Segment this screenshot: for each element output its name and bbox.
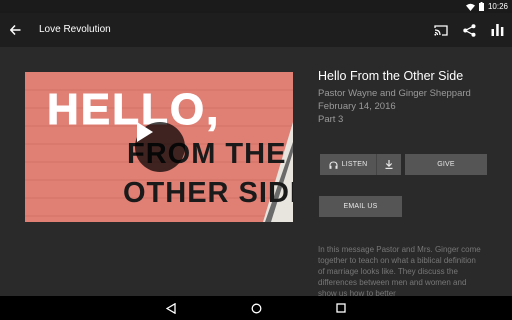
nav-back-icon — [166, 302, 176, 314]
thumb-line-1: HELLO, — [47, 85, 220, 134]
nav-back-button[interactable] — [163, 300, 179, 316]
status-icons: 10:26 — [465, 0, 508, 13]
share-icon — [462, 23, 475, 37]
sermon-description: In this message Pastor and Mrs. Ginger c… — [318, 245, 481, 298]
sermon-date: February 14, 2016 — [318, 101, 396, 112]
email-us-button[interactable]: EMAIL US — [319, 196, 402, 217]
listen-button[interactable]: LISTEN — [320, 154, 377, 175]
give-label: GIVE — [437, 161, 455, 168]
wifi-icon — [465, 3, 475, 11]
sermon-info: Hello From the Other Side Pastor Wayne a… — [318, 68, 508, 126]
status-bar: 10:26 — [0, 0, 512, 13]
play-button[interactable] — [135, 122, 185, 172]
video-thumbnail[interactable]: HELLO, FROM THE OTHER SIDE — [25, 72, 293, 222]
sermon-speaker: Pastor Wayne and Ginger Sheppard — [318, 88, 471, 99]
page-title: Love Revolution — [39, 24, 111, 35]
listen-group: LISTEN — [320, 154, 401, 175]
battery-icon — [478, 2, 484, 11]
sermon-title: Hello From the Other Side — [318, 69, 464, 83]
toolbar-actions — [432, 13, 506, 47]
nav-home-icon — [251, 303, 261, 313]
download-button[interactable] — [377, 154, 401, 175]
cast-button[interactable] — [432, 21, 450, 39]
email-us-label: EMAIL US — [343, 203, 378, 210]
app-bar: Love Revolution — [0, 13, 512, 47]
share-button[interactable] — [460, 21, 478, 39]
headphones-icon — [329, 160, 338, 169]
sermon-part: Part 3 — [318, 114, 344, 125]
bar-chart-icon — [491, 24, 503, 36]
content-area: HELLO, FROM THE OTHER SIDE Hello From th… — [0, 47, 512, 298]
give-button[interactable]: GIVE — [405, 154, 487, 175]
nav-recents-icon — [336, 303, 346, 313]
arrow-back-icon — [9, 25, 20, 35]
stats-button[interactable] — [488, 21, 506, 39]
thumb-line-3: OTHER SIDE — [123, 177, 293, 209]
cast-icon — [434, 24, 448, 36]
play-icon — [137, 122, 153, 142]
status-time: 10:26 — [487, 2, 508, 11]
system-nav-bar — [0, 296, 512, 320]
listen-label: LISTEN — [341, 161, 368, 168]
nav-recents-button[interactable] — [333, 300, 349, 316]
download-icon — [385, 160, 393, 169]
nav-home-button[interactable] — [248, 300, 264, 316]
action-buttons: LISTEN GIVE — [320, 154, 487, 175]
back-button[interactable] — [6, 21, 24, 39]
